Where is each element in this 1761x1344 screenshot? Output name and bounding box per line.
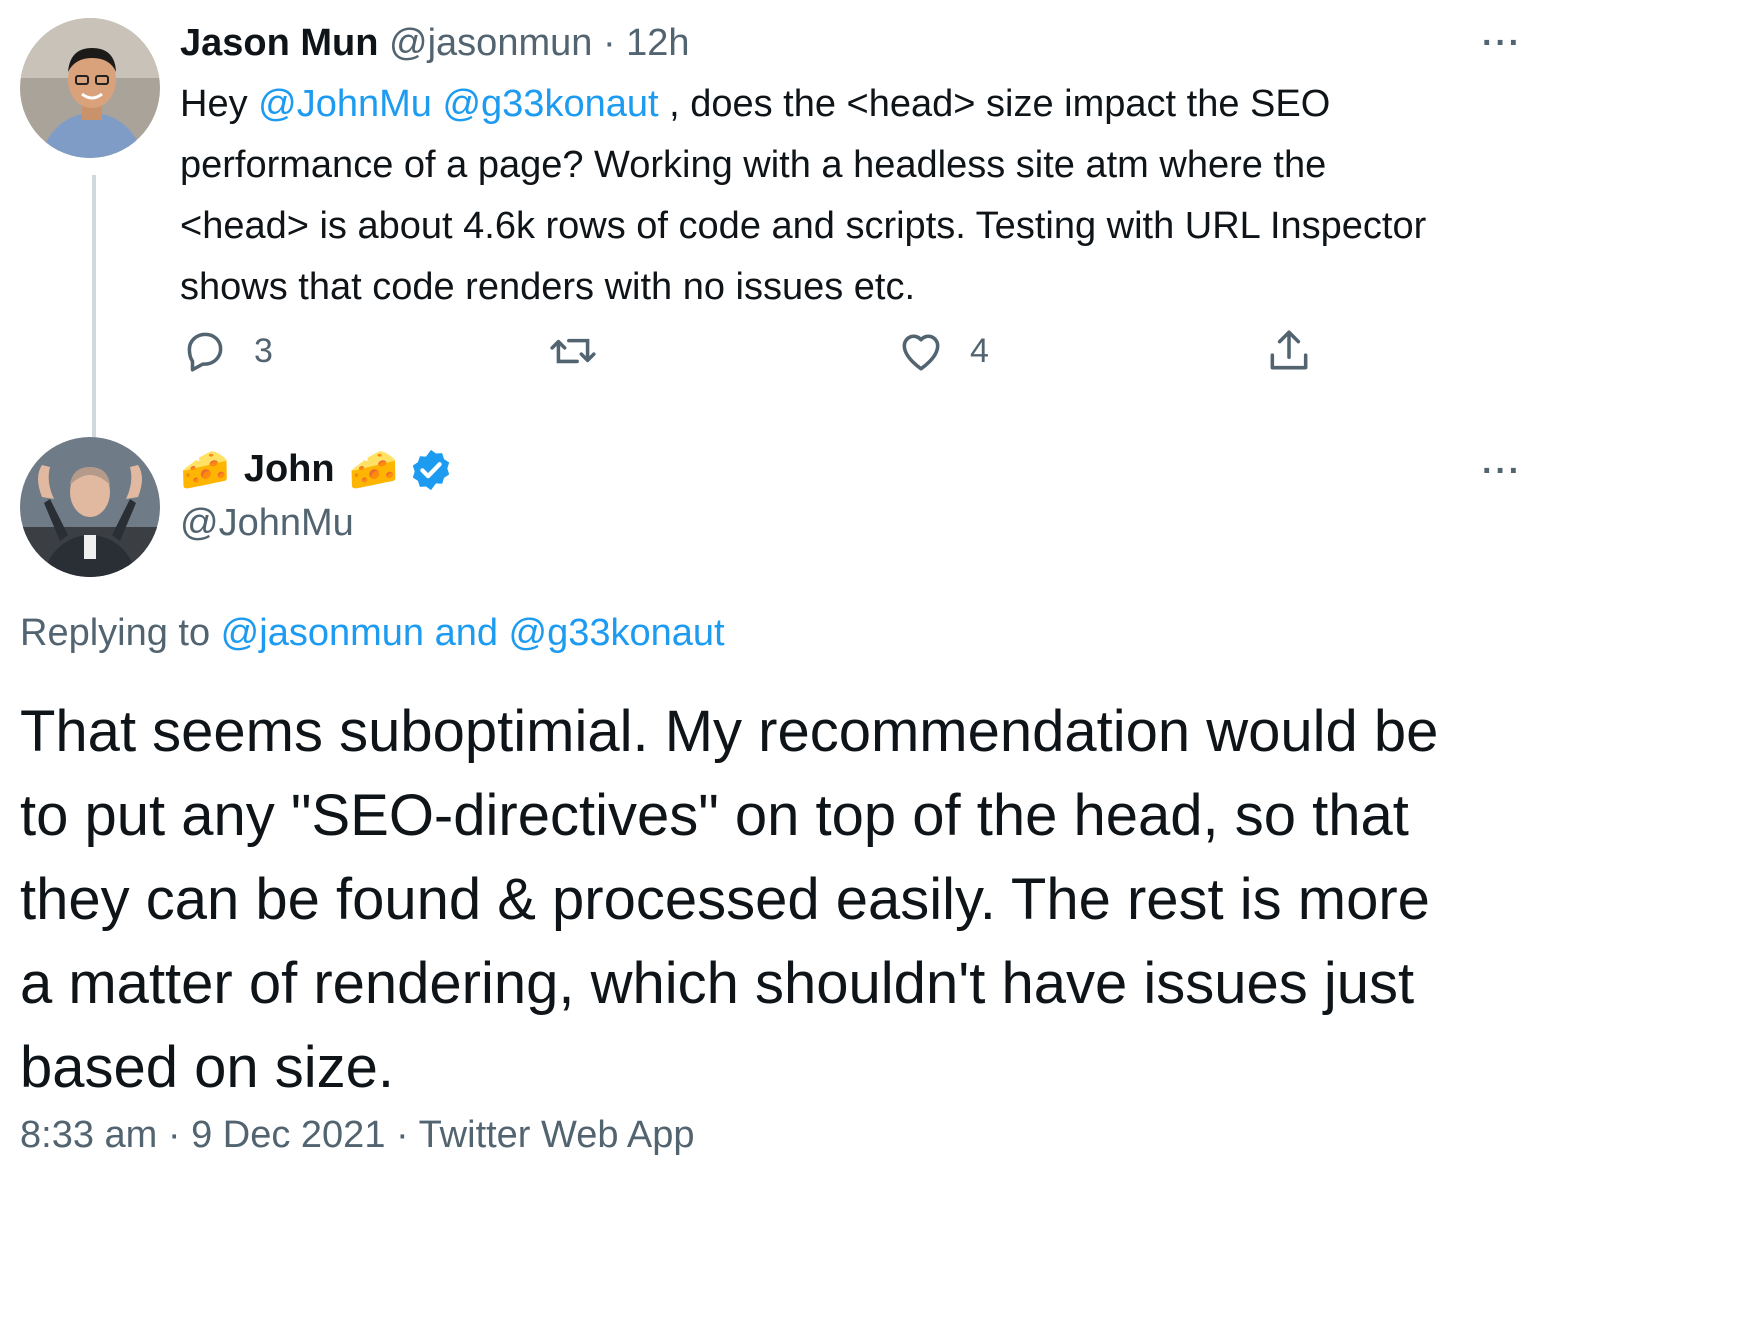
share-button[interactable] bbox=[1264, 326, 1314, 376]
author-handle[interactable]: @JohnMu bbox=[180, 502, 354, 545]
tweet-text-line-4: shows that code renders with no issues e… bbox=[180, 266, 916, 308]
reply-text-line-5: based on size. bbox=[20, 1035, 395, 1100]
reply-text: That seems suboptimial. My recommendatio… bbox=[20, 690, 1740, 1110]
reply-text-line-3: they can be found & processed easily. Th… bbox=[20, 867, 1430, 932]
tweet-date[interactable]: 9 Dec 2021 bbox=[191, 1114, 385, 1156]
like-button[interactable]: 4 bbox=[896, 326, 989, 376]
header-separator: · bbox=[602, 22, 616, 64]
reply-text-line-4: a matter of rendering, which shouldn't h… bbox=[20, 951, 1415, 1016]
text-segment: Hey bbox=[180, 83, 259, 125]
avatar-image bbox=[20, 18, 160, 158]
replying-to-and: and bbox=[424, 612, 509, 654]
tweet-timestamp[interactable]: 8:33 am bbox=[20, 1114, 157, 1156]
avatar-image bbox=[20, 437, 160, 577]
retweet-button[interactable] bbox=[548, 326, 598, 376]
replying-to: Replying to @jasonmun and @g33konaut bbox=[20, 612, 725, 655]
meta-separator: · bbox=[396, 1114, 409, 1156]
like-count: 4 bbox=[970, 331, 989, 370]
reply-text-line-2: to put any "SEO-directives" on top of th… bbox=[20, 783, 1409, 848]
tweet-text: Hey @JohnMu @g33konaut , does the <head>… bbox=[180, 74, 1560, 318]
avatar-johnmu[interactable] bbox=[20, 437, 160, 577]
tweet-meta: 8:33 am · 9 Dec 2021 · Twitter Web App bbox=[20, 1114, 695, 1157]
speech-bubble-icon bbox=[187, 332, 223, 372]
avatar-jason-mun[interactable] bbox=[20, 18, 160, 158]
share-icon bbox=[1270, 330, 1308, 370]
meta-separator: · bbox=[167, 1114, 181, 1156]
heart-icon bbox=[902, 334, 940, 371]
reply-button[interactable]: 3 bbox=[180, 326, 273, 376]
tweet-time[interactable]: 12h bbox=[626, 22, 689, 64]
reply-text-line-1: That seems suboptimial. My recommendatio… bbox=[20, 699, 1439, 764]
replying-to-jasonmun[interactable]: @jasonmun bbox=[221, 612, 424, 654]
cheese-emoji-icon: 🧀 bbox=[180, 448, 230, 492]
text-segment: , does the <head> size impact the SEO bbox=[658, 83, 1331, 125]
tweet-header: Jason Mun @jasonmun · 12h bbox=[180, 22, 690, 65]
mention-g33konaut[interactable]: @g33konaut bbox=[442, 83, 658, 125]
retweet-icon bbox=[550, 338, 596, 364]
author-name[interactable]: Jason Mun bbox=[180, 22, 378, 64]
tweet-text-line-3: <head> is about 4.6k rows of code and sc… bbox=[180, 205, 1427, 247]
tweet-text-line-1: Hey @JohnMu @g33konaut , does the <head>… bbox=[180, 74, 1560, 135]
replying-to-g33konaut[interactable]: @g33konaut bbox=[509, 612, 725, 654]
verified-badge-icon[interactable] bbox=[408, 447, 454, 493]
author-handle[interactable]: @jasonmun bbox=[389, 22, 592, 64]
cheese-emoji-icon: 🧀 bbox=[348, 448, 399, 492]
more-options-icon[interactable]: ··· bbox=[1482, 452, 1522, 491]
tweet-source[interactable]: Twitter Web App bbox=[419, 1114, 695, 1156]
tweet-text-line-2: performance of a page? Working with a he… bbox=[180, 144, 1327, 186]
more-options-icon[interactable]: ··· bbox=[1482, 24, 1522, 63]
mention-johnmu[interactable]: @JohnMu bbox=[258, 83, 432, 125]
reply-author-row: 🧀 John 🧀 bbox=[180, 446, 454, 493]
author-name[interactable]: John bbox=[244, 448, 335, 491]
replying-to-label: Replying to bbox=[20, 612, 221, 654]
reply-count: 3 bbox=[254, 331, 273, 370]
